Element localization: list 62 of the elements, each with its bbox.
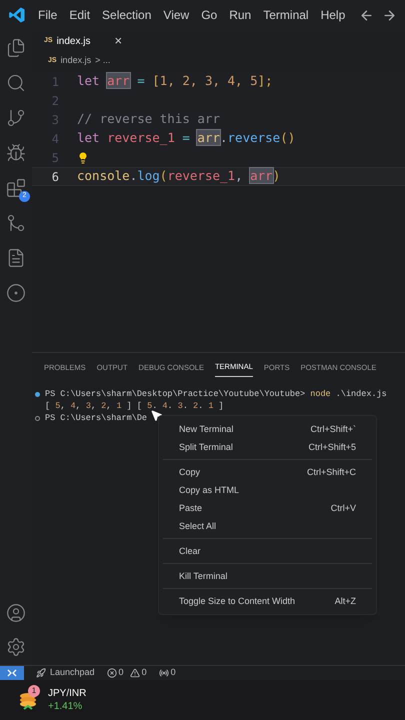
mouse-cursor-icon [150, 409, 163, 422]
bug-icon[interactable] [6, 143, 26, 163]
menu-item[interactable]: Select All [159, 517, 376, 535]
files-icon[interactable] [6, 38, 26, 58]
code-line: // reverse this arr [77, 110, 220, 128]
code-line: console.log(reverse_1, arr) [77, 167, 280, 186]
error-count[interactable]: 0 [118, 666, 124, 680]
document-icon[interactable] [6, 248, 26, 268]
menu-item[interactable]: Help [320, 6, 346, 24]
code-line: let reverse_1 = arr.reverse() [77, 129, 296, 148]
lightbulb-icon[interactable] [77, 152, 89, 164]
menu-item[interactable]: Run [229, 6, 252, 24]
menu-item[interactable]: Kill Terminal [159, 567, 376, 585]
menu-item[interactable]: Clear [159, 542, 376, 560]
remote-icon [7, 668, 17, 678]
menu-item[interactable]: View [163, 6, 190, 24]
breadcrumb-item[interactable]: > ... [95, 54, 110, 68]
line-number: 5 [50, 150, 60, 166]
menu-item[interactable]: Edit [69, 6, 90, 24]
settings-icon[interactable] [6, 637, 26, 657]
price-change: +1.41% [48, 700, 84, 713]
rocket-icon [36, 668, 46, 678]
terminal-line: [ 5, 4, 3, 2, 1 ] [ 5. 4. 3. 2. 1 ] [45, 400, 224, 412]
menu-item[interactable]: Toggle Size to Content Width Alt+Z [159, 592, 376, 610]
search-icon[interactable] [6, 73, 26, 93]
line-number: 4 [50, 130, 60, 148]
menu-item[interactable]: Selection [102, 6, 152, 24]
launchpad-item[interactable]: Launchpad [50, 666, 95, 680]
menu-item[interactable]: Paste Ctrl+V [159, 499, 376, 517]
warning-count[interactable]: 0 [142, 666, 147, 680]
ports-icon [158, 668, 169, 678]
warning-icon [130, 668, 140, 678]
forward-icon[interactable] [382, 8, 397, 22]
line-number: 6 [50, 168, 60, 186]
ports-count[interactable]: 0 [170, 666, 176, 680]
line-number: 2 [50, 92, 60, 110]
notification-badge: 1 [28, 685, 40, 697]
line-number: 3 [50, 112, 60, 128]
menu-item[interactable]: Copy as HTML [159, 481, 376, 499]
tab-label: index.js [56, 34, 90, 48]
code-line: let arr = [1, 2, 3, 4, 5]; [77, 72, 273, 90]
account-icon[interactable] [6, 603, 26, 623]
app-logo-icon [8, 6, 26, 24]
terminal-line: PS C:\Users\sharm\De [45, 412, 148, 424]
remote-button[interactable] [0, 666, 24, 680]
error-icon [106, 668, 117, 678]
merge-icon[interactable] [6, 213, 26, 233]
menu-item[interactable]: File [38, 6, 58, 24]
circle-dot-icon[interactable] [6, 283, 26, 303]
menu-item[interactable]: Copy Ctrl+Shift+C [159, 463, 376, 481]
menu-item[interactable]: Terminal [263, 6, 309, 24]
close-button[interactable]: × [114, 31, 122, 51]
blocks-icon[interactable] [6, 178, 26, 198]
breadcrumb-item[interactable]: index.js [60, 54, 92, 68]
back-icon[interactable] [359, 8, 374, 22]
menu-item[interactable]: Split Terminal Ctrl+Shift+5 [159, 438, 376, 456]
menu-item[interactable]: New Terminal Ctrl+Shift+` [159, 420, 376, 438]
terminal-line: PS C:\Users\sharm\Desktop\Practice\Youtube\Youtube> node .\index.js [45, 388, 387, 400]
menu-item[interactable]: Go [201, 6, 218, 24]
line-number: 1 [50, 74, 60, 90]
currency-pair: JPY/INR [48, 687, 86, 700]
branch-icon[interactable] [6, 108, 26, 128]
